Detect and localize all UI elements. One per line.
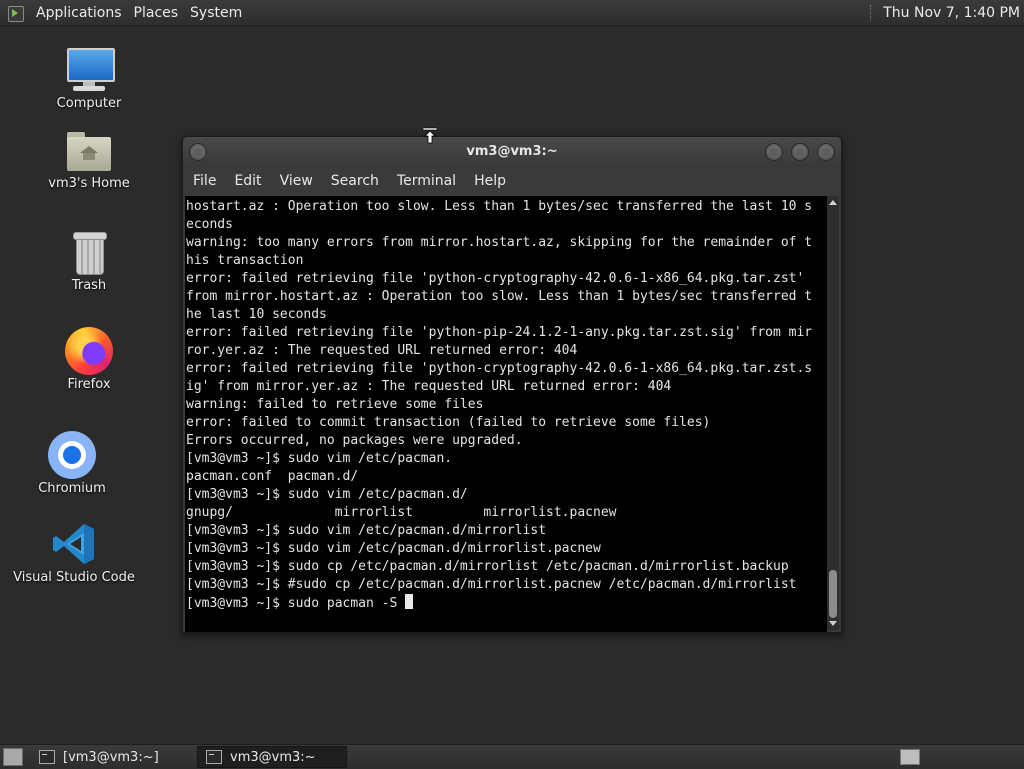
terminal-line: Errors occurred, no packages were upgrad… bbox=[186, 433, 523, 448]
desktop-icon-label: vm3's Home bbox=[48, 176, 130, 191]
minimize-button[interactable] bbox=[765, 143, 783, 161]
close-button[interactable] bbox=[817, 143, 835, 161]
desktop-icon-label: Visual Studio Code bbox=[13, 570, 135, 585]
desktop-icon-label: Firefox bbox=[67, 377, 111, 392]
text-cursor bbox=[405, 594, 414, 609]
menu-help[interactable]: Help bbox=[464, 173, 514, 189]
menu-file[interactable]: File bbox=[183, 173, 224, 189]
terminal-line: [vm3@vm3 ~]$ sudo cp /etc/pacman.d/mirro… bbox=[186, 559, 789, 574]
system-menu[interactable]: System bbox=[184, 5, 248, 21]
desktop-icon-label: Chromium bbox=[38, 481, 106, 496]
terminal-line: he last 10 seconds bbox=[186, 307, 327, 322]
workspace-switcher[interactable] bbox=[900, 749, 920, 765]
resize-cursor-icon bbox=[421, 127, 439, 145]
terminal-output[interactable]: hostart.az : Operation too slow. Less th… bbox=[185, 196, 827, 632]
trash-icon bbox=[69, 230, 109, 276]
menu-view[interactable]: View bbox=[270, 173, 321, 189]
desktop-icon-label: Computer bbox=[56, 96, 122, 111]
terminal-line: ror.yer.az : The requested URL returned … bbox=[186, 343, 578, 358]
menu-search[interactable]: Search bbox=[321, 173, 387, 189]
terminal-line: [vm3@vm3 ~]$ #sudo cp /etc/pacman.d/mirr… bbox=[186, 577, 797, 592]
taskbar-item-label: vm3@vm3:~ bbox=[230, 749, 316, 765]
window-title: vm3@vm3:~ bbox=[466, 144, 558, 159]
prompt-text: [vm3@vm3 ~]$ sudo pacman -S bbox=[186, 596, 406, 611]
terminal-line: econds bbox=[186, 217, 233, 232]
home-folder-icon bbox=[65, 130, 113, 174]
desktop-icon-home[interactable]: vm3's Home bbox=[24, 130, 154, 191]
terminal-icon bbox=[206, 750, 222, 764]
applications-menu-icon[interactable] bbox=[8, 5, 24, 22]
taskbar-item-terminal-2[interactable]: vm3@vm3:~ bbox=[197, 746, 347, 768]
terminal-line: [vm3@vm3 ~]$ sudo vim /etc/pacman.d/mirr… bbox=[186, 541, 601, 556]
desktop-icon-vscode[interactable]: Visual Studio Code bbox=[9, 520, 139, 585]
firefox-icon bbox=[65, 327, 113, 375]
terminal-window[interactable]: vm3@vm3:~ File Edit View Search Terminal… bbox=[182, 136, 842, 633]
terminal-line: warning: too many errors from mirror.hos… bbox=[186, 235, 813, 250]
desktop-icon-trash[interactable]: Trash bbox=[24, 230, 154, 293]
terminal-line: from mirror.hostart.az : Operation too s… bbox=[186, 289, 813, 304]
terminal-icon bbox=[39, 750, 55, 764]
applications-menu[interactable]: Applications bbox=[30, 5, 128, 21]
scroll-down-arrow-icon[interactable] bbox=[829, 621, 837, 626]
clock[interactable]: Thu Nov 7, 1:40 PM bbox=[883, 5, 1024, 21]
menu-terminal[interactable]: Terminal bbox=[387, 173, 464, 189]
terminal-line: error: failed retrieving file 'python-cr… bbox=[186, 361, 813, 376]
terminal-line: hostart.az : Operation too slow. Less th… bbox=[186, 199, 813, 214]
terminal-scrollbar[interactable] bbox=[827, 196, 839, 630]
terminal-line: error: failed retrieving file 'python-cr… bbox=[186, 271, 805, 286]
terminal-line: error: failed retrieving file 'python-pi… bbox=[186, 325, 813, 340]
terminal-line: [vm3@vm3 ~]$ sudo vim /etc/pacman.d/mirr… bbox=[186, 523, 547, 538]
chromium-icon bbox=[48, 431, 96, 479]
vscode-icon bbox=[50, 520, 98, 568]
terminal-line: [vm3@vm3 ~]$ sudo vim /etc/pacman. bbox=[186, 451, 453, 466]
terminal-line: his transaction bbox=[186, 253, 304, 268]
show-desktop-icon[interactable] bbox=[3, 748, 23, 766]
scroll-up-arrow-icon[interactable] bbox=[829, 200, 837, 205]
places-menu[interactable]: Places bbox=[128, 5, 185, 21]
terminal-line: warning: failed to retrieve some files bbox=[186, 397, 484, 412]
terminal-line: pacman.conf pacman.d/ bbox=[186, 469, 359, 484]
menu-edit[interactable]: Edit bbox=[224, 173, 269, 189]
maximize-button[interactable] bbox=[791, 143, 809, 161]
terminal-prompt-line[interactable]: [vm3@vm3 ~]$ sudo pacman -S bbox=[185, 594, 827, 612]
desktop-icon-chromium[interactable]: Chromium bbox=[7, 431, 137, 496]
window-titlebar[interactable]: vm3@vm3:~ bbox=[183, 137, 841, 167]
scrollbar-thumb[interactable] bbox=[829, 570, 837, 618]
taskbar-item-terminal-1[interactable]: [vm3@vm3:~] bbox=[31, 746, 181, 768]
terminal-menubar: File Edit View Search Terminal Help bbox=[183, 167, 841, 195]
computer-icon bbox=[65, 46, 115, 94]
desktop-icon-label: Trash bbox=[71, 278, 107, 293]
terminal-line: gnupg/ mirrorlist mirrorlist.pacnew bbox=[186, 505, 617, 520]
bottom-panel: [vm3@vm3:~] vm3@vm3:~ bbox=[0, 744, 1024, 769]
desktop-icon-firefox[interactable]: Firefox bbox=[24, 327, 154, 392]
terminal-line: error: failed to commit transaction (fai… bbox=[186, 415, 711, 430]
panel-handle bbox=[870, 4, 873, 21]
top-panel: Applications Places System Thu Nov 7, 1:… bbox=[0, 0, 1024, 26]
terminal-line: [vm3@vm3 ~]$ sudo vim /etc/pacman.d/ bbox=[186, 487, 468, 502]
desktop-icon-computer[interactable]: Computer bbox=[24, 46, 154, 111]
terminal-line: ig' from mirror.yer.az : The requested U… bbox=[186, 379, 672, 394]
taskbar-item-label: [vm3@vm3:~] bbox=[63, 749, 159, 765]
